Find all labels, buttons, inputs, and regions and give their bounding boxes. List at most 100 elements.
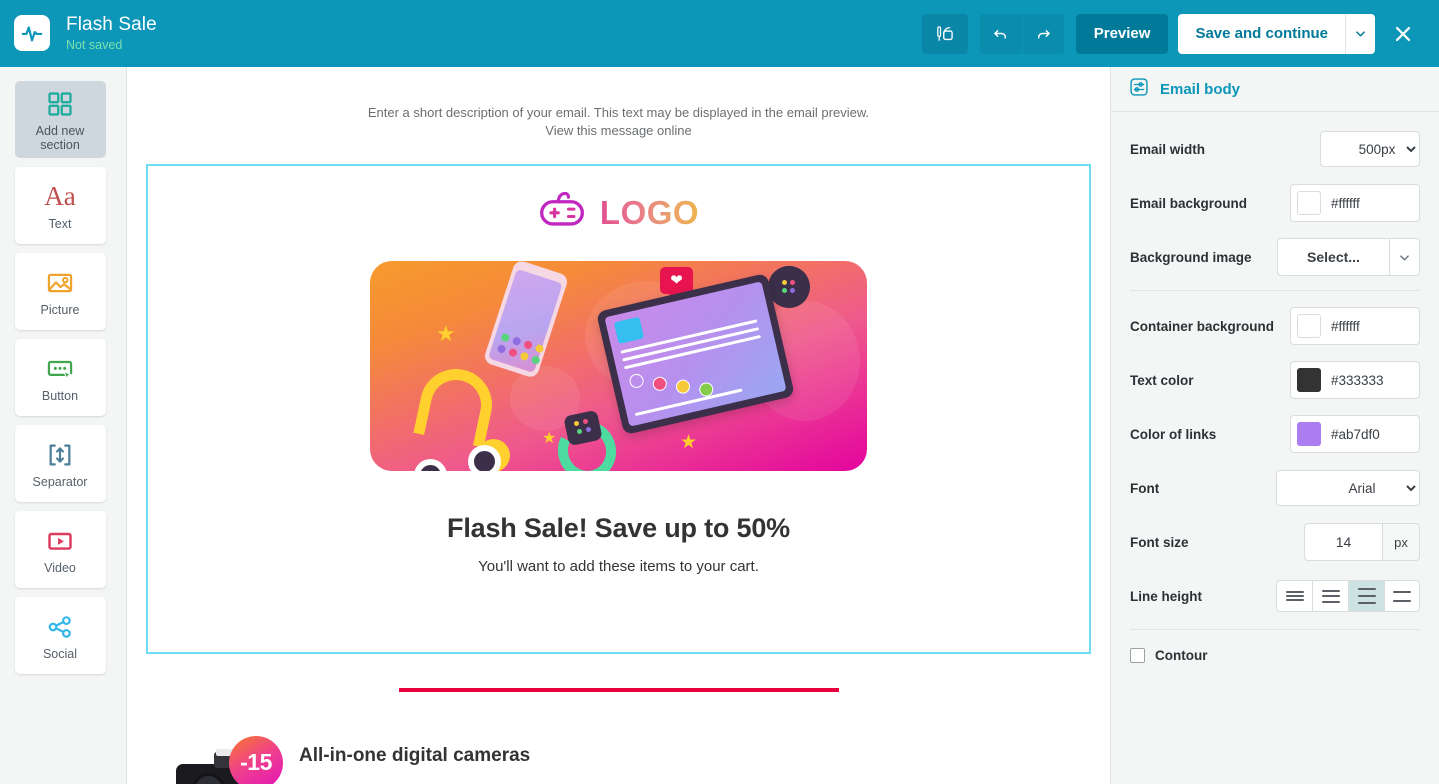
picture-image-icon bbox=[46, 266, 74, 300]
row-email-background: Email background #ffffff bbox=[1130, 182, 1420, 224]
row-line-height: Line height bbox=[1130, 575, 1420, 617]
text-color-field[interactable]: #333333 bbox=[1290, 361, 1420, 399]
smartphone-icon bbox=[482, 260, 570, 379]
sidebar-item-text[interactable]: Aa Text bbox=[14, 167, 106, 244]
undo-button[interactable] bbox=[979, 13, 1022, 54]
row-contour: Contour bbox=[1130, 644, 1420, 663]
grid-squares-icon bbox=[46, 87, 74, 121]
redo-button[interactable] bbox=[1021, 13, 1064, 54]
camera-photo-icon: -15 bbox=[176, 732, 283, 784]
email-background-hex: #ffffff bbox=[1331, 195, 1360, 211]
separator-block[interactable] bbox=[127, 687, 1110, 692]
save-status: Not saved bbox=[66, 37, 123, 52]
panel-title: Email body bbox=[1160, 80, 1241, 98]
caret-down-icon bbox=[1356, 31, 1365, 37]
panel-divider-1 bbox=[1130, 290, 1420, 291]
camera-title[interactable]: All-in-one digital cameras bbox=[299, 745, 613, 767]
email-sheet: Enter a short description of your email.… bbox=[126, 67, 1110, 784]
line-height-option-4[interactable] bbox=[1384, 580, 1420, 612]
panel-body: Email width 500px Email background #ffff… bbox=[1111, 112, 1439, 663]
design-theme-button[interactable] bbox=[921, 13, 968, 54]
sidebar-item-label: Add new section bbox=[35, 123, 85, 152]
blocks-sidebar: Add new section Aa Text Picture Button S… bbox=[0, 67, 120, 784]
hero-subheadline[interactable]: You'll want to add these items to your c… bbox=[148, 558, 1089, 575]
brand-block: Flash Sale Not saved bbox=[0, 13, 157, 53]
social-share-icon bbox=[46, 610, 74, 644]
email-background-color-field[interactable]: #ffffff bbox=[1290, 184, 1420, 222]
save-and-continue-button[interactable]: Save and continue bbox=[1178, 13, 1345, 54]
row-link-color: Color of links #ab7df0 bbox=[1130, 413, 1420, 455]
settings-sliders-icon bbox=[1129, 77, 1149, 102]
hero-headline[interactable]: Flash Sale! Save up to 50% bbox=[148, 513, 1089, 544]
redo-arrow-icon bbox=[1037, 30, 1050, 39]
sidebar-item-separator[interactable]: Separator bbox=[14, 425, 106, 502]
line-height-button-group bbox=[1276, 580, 1420, 612]
contour-checkbox[interactable] bbox=[1130, 648, 1145, 663]
link-color-field[interactable]: #ab7df0 bbox=[1290, 415, 1420, 453]
panel-divider-2 bbox=[1130, 629, 1420, 630]
preheader-description: Enter a short description of your email.… bbox=[367, 105, 870, 120]
row-text-color: Text color #333333 bbox=[1130, 359, 1420, 401]
caret-down-icon bbox=[1400, 254, 1409, 260]
hero-section-selected[interactable]: LOGO ★ ★ ★ ❤ Flash Sale! Save up to 50% … bbox=[146, 163, 1091, 654]
line-height-option-2[interactable] bbox=[1312, 580, 1348, 612]
background-image-control: Select... bbox=[1277, 238, 1420, 276]
sidebar-item-label: Social bbox=[42, 646, 78, 661]
font-size-input[interactable] bbox=[1304, 523, 1382, 561]
background-image-dropdown-button[interactable] bbox=[1389, 238, 1420, 276]
row-font-size: Font size px bbox=[1130, 521, 1420, 563]
preview-button[interactable]: Preview bbox=[1075, 13, 1169, 54]
email-background-label: Email background bbox=[1130, 195, 1248, 211]
document-title: Flash Sale bbox=[66, 13, 157, 35]
brand-text: Flash Sale Not saved bbox=[66, 13, 157, 53]
font-size-control: px bbox=[1304, 523, 1420, 561]
line-height-option-1[interactable] bbox=[1276, 580, 1312, 612]
camera-promo-section[interactable]: -15 All-in-one digital cameras Click thi… bbox=[127, 732, 1110, 784]
font-size-label: Font size bbox=[1130, 534, 1189, 550]
font-select[interactable]: Arial bbox=[1276, 470, 1420, 506]
background-image-select-button[interactable]: Select... bbox=[1277, 238, 1389, 276]
link-color-label: Color of links bbox=[1130, 426, 1217, 442]
preheader-text-block[interactable]: Enter a short description of your email.… bbox=[127, 67, 1110, 141]
sidebar-item-add-new-section[interactable]: Add new section bbox=[14, 81, 106, 158]
line-height-label: Line height bbox=[1130, 588, 1202, 604]
properties-panel: Email body Email width 500px Email backg… bbox=[1110, 67, 1439, 784]
logo-wordmark: LOGO bbox=[599, 194, 700, 232]
contour-label: Contour bbox=[1155, 648, 1208, 663]
hero-illustration[interactable]: ★ ★ ★ ❤ bbox=[370, 260, 867, 471]
font-size-unit: px bbox=[1382, 523, 1420, 561]
container-background-label: Container background bbox=[1130, 318, 1275, 334]
text-color-swatch[interactable] bbox=[1297, 368, 1321, 392]
panel-header: Email body bbox=[1111, 67, 1439, 112]
logo-block[interactable]: LOGO bbox=[148, 166, 1089, 237]
link-color-swatch[interactable] bbox=[1297, 422, 1321, 446]
email-width-select[interactable]: 500px bbox=[1320, 131, 1420, 167]
row-font: Font Arial bbox=[1130, 467, 1420, 509]
save-button-group: Save and continue bbox=[1178, 13, 1375, 54]
view-online-link[interactable]: View this message online bbox=[127, 122, 1110, 140]
headphones-icon bbox=[413, 362, 499, 448]
background-image-label: Background image bbox=[1130, 249, 1252, 265]
text-aa-icon: Aa bbox=[44, 181, 76, 212]
sidebar-item-label: Text bbox=[48, 216, 72, 231]
email-canvas: Enter a short description of your email.… bbox=[120, 67, 1110, 784]
text-color-label: Text color bbox=[1130, 372, 1194, 388]
email-background-swatch[interactable] bbox=[1297, 191, 1321, 215]
camera-copy: All-in-one digital cameras Click this se… bbox=[299, 732, 613, 784]
video-play-icon bbox=[46, 524, 74, 558]
container-background-swatch[interactable] bbox=[1297, 314, 1321, 338]
app-logo-icon bbox=[14, 15, 50, 52]
row-email-width: Email width 500px bbox=[1130, 128, 1420, 170]
save-dropdown-button[interactable] bbox=[1345, 13, 1375, 54]
container-background-color-field[interactable]: #ffffff bbox=[1290, 307, 1420, 345]
link-color-hex: #ab7df0 bbox=[1331, 426, 1380, 442]
sidebar-item-button[interactable]: Button bbox=[14, 339, 106, 416]
close-editor-button[interactable] bbox=[1381, 14, 1425, 54]
row-container-background: Container background #ffffff bbox=[1130, 305, 1420, 347]
sidebar-item-picture[interactable]: Picture bbox=[14, 253, 106, 330]
sidebar-item-video[interactable]: Video bbox=[14, 511, 106, 588]
design-theme-icon bbox=[936, 25, 953, 41]
line-height-option-3[interactable] bbox=[1348, 580, 1384, 612]
sidebar-item-label: Picture bbox=[40, 302, 80, 317]
sidebar-item-social[interactable]: Social bbox=[14, 597, 106, 674]
